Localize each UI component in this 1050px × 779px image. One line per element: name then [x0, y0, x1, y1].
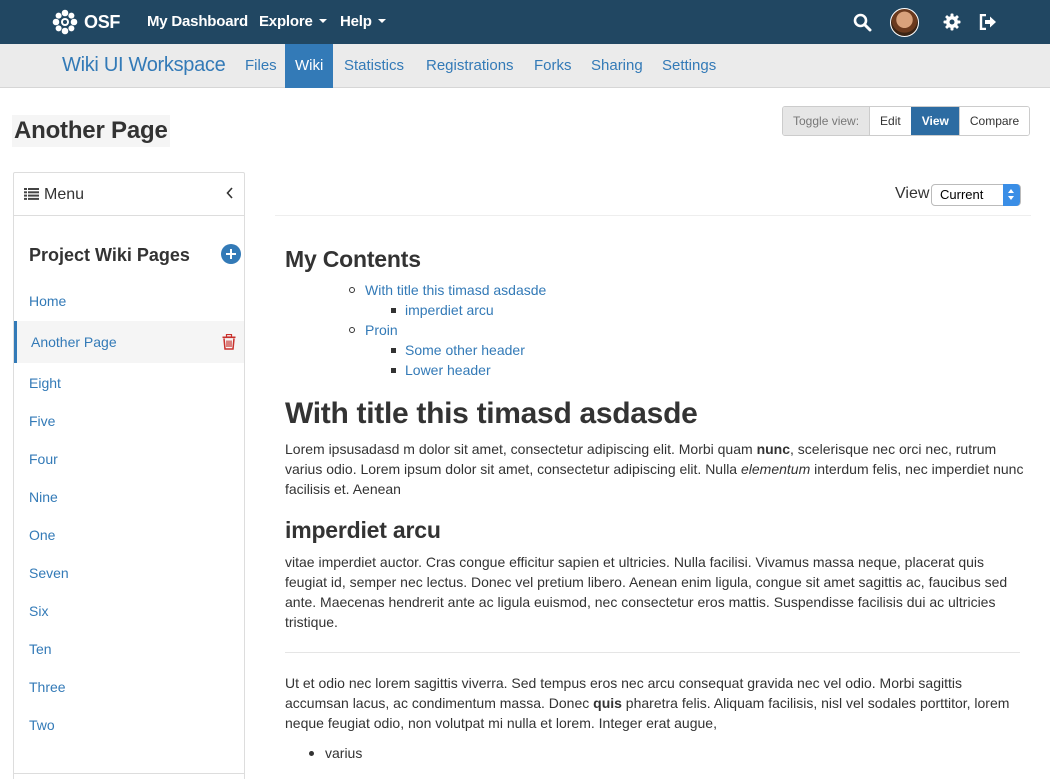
wiki-content: My Contents With title this timasd asdas…	[285, 246, 1025, 763]
view-version-row: View Current	[275, 172, 1031, 216]
toc-item: With title this timasd asdasde	[285, 280, 1025, 300]
sidebar-item-two[interactable]: Two	[14, 717, 244, 733]
view-button[interactable]: View	[910, 107, 959, 135]
toggle-view-label: Toggle view:	[783, 107, 870, 135]
project-title-link[interactable]: Wiki UI Workspace	[62, 54, 226, 77]
help-menu[interactable]: Help	[340, 13, 386, 30]
sign-out-icon[interactable]	[979, 14, 997, 30]
section-heading-main: With title this timasd asdasde	[285, 397, 698, 430]
tab-files[interactable]: Files	[235, 44, 287, 88]
toc-link[interactable]: imperdiet arcu	[390, 302, 494, 318]
sidebar-item-nine[interactable]: Nine	[14, 489, 244, 505]
table-of-contents: With title this timasd asdasde imperdiet…	[285, 280, 1025, 380]
explore-menu[interactable]: Explore	[259, 13, 327, 30]
tab-settings[interactable]: Settings	[652, 44, 726, 88]
toc-title: My Contents	[285, 246, 421, 272]
bold-text: nunc	[756, 441, 791, 457]
add-wiki-page-plus-icon[interactable]	[221, 244, 241, 264]
toc-link[interactable]: Proin	[350, 322, 398, 338]
toc-link[interactable]: Lower header	[390, 362, 491, 378]
sidebar-menu-header: Menu	[14, 173, 244, 216]
wiki-sidebar: Menu Project Wiki Pages Home Another Pag…	[13, 172, 245, 779]
tab-statistics[interactable]: Statistics	[334, 44, 414, 88]
sidebar-item-three[interactable]: Three	[14, 679, 244, 695]
sidebar-item-home[interactable]: Home	[14, 293, 244, 309]
list-item: varius	[285, 743, 1025, 763]
user-avatar[interactable]	[890, 8, 919, 37]
gear-icon[interactable]	[943, 13, 961, 31]
edit-button[interactable]: Edit	[869, 107, 911, 135]
toc-subitem: imperdiet arcu	[285, 300, 1025, 320]
sidebar-item-four[interactable]: Four	[14, 451, 244, 467]
sidebar-item-label: Another Page	[31, 334, 117, 350]
sidebar-item-another-page[interactable]: Another Page	[14, 321, 244, 363]
list-icon	[24, 188, 39, 200]
section-heading-sub: imperdiet arcu	[285, 517, 441, 543]
toggle-view-group: Toggle view: Edit View Compare	[782, 106, 1031, 136]
my-dashboard-link[interactable]: My Dashboard	[147, 13, 248, 30]
italic-text: elementum	[740, 461, 811, 477]
brand-name: OSF	[84, 11, 121, 32]
toc-subitem: Lower header	[285, 360, 1025, 380]
bold-text: quis	[593, 695, 622, 711]
toc-subitem: Some other header	[285, 340, 1025, 360]
paragraph-3: Ut et odio nec lorem sagittis viverra. S…	[285, 673, 1025, 733]
page-title: Another Page	[12, 115, 170, 147]
sidebar-item-seven[interactable]: Seven	[14, 565, 244, 581]
toc-link[interactable]: With title this timasd asdasde	[350, 282, 546, 298]
project-wiki-pages-heading: Project Wiki Pages	[29, 245, 190, 265]
sidebar-item-ten[interactable]: Ten	[14, 641, 244, 657]
toc-item: Proin	[285, 320, 1025, 340]
search-icon[interactable]	[853, 13, 872, 32]
sidebar-item-six[interactable]: Six	[14, 603, 244, 619]
sidebar-item-eight[interactable]: Eight	[14, 375, 244, 391]
menu-label: Menu	[44, 186, 85, 203]
horizontal-rule	[285, 652, 1020, 653]
toc-link[interactable]: Some other header	[390, 342, 525, 358]
explore-label: Explore	[259, 13, 313, 30]
paragraph-text: Lorem ipsusadasd m dolor sit amet, conse…	[285, 441, 757, 457]
view-version-select[interactable]: Current	[931, 184, 1021, 206]
tab-forks[interactable]: Forks	[524, 44, 582, 88]
paragraph-2: vitae imperdiet auctor. Cras congue effi…	[285, 554, 1008, 630]
sidebar-item-five[interactable]: Five	[14, 413, 244, 429]
help-label: Help	[340, 13, 372, 30]
top-navbar: OSF My Dashboard Explore Help	[0, 0, 1050, 44]
sidebar-item-one[interactable]: One	[14, 527, 244, 543]
osf-home-link[interactable]: OSF	[52, 7, 120, 37]
tab-wiki[interactable]: Wiki	[285, 44, 334, 88]
paragraph-1: Lorem ipsusadasd m dolor sit amet, conse…	[285, 439, 1025, 499]
collapse-sidebar-chevron-left-icon[interactable]	[226, 187, 234, 199]
chevron-down-icon	[377, 19, 386, 24]
tab-sharing[interactable]: Sharing	[581, 44, 653, 88]
tab-registrations[interactable]: Registrations	[416, 44, 524, 88]
view-version-selected: Current	[940, 187, 984, 202]
select-arrows-icon	[1003, 184, 1020, 206]
osf-logo-icon	[52, 9, 78, 35]
chevron-down-icon	[318, 19, 327, 24]
compare-button[interactable]: Compare	[958, 107, 1030, 135]
project-navbar: Wiki UI Workspace Files Wiki Statistics …	[0, 44, 1050, 88]
view-version-label: View	[895, 185, 930, 202]
sidebar-divider	[14, 773, 244, 774]
trash-icon[interactable]	[222, 334, 236, 350]
